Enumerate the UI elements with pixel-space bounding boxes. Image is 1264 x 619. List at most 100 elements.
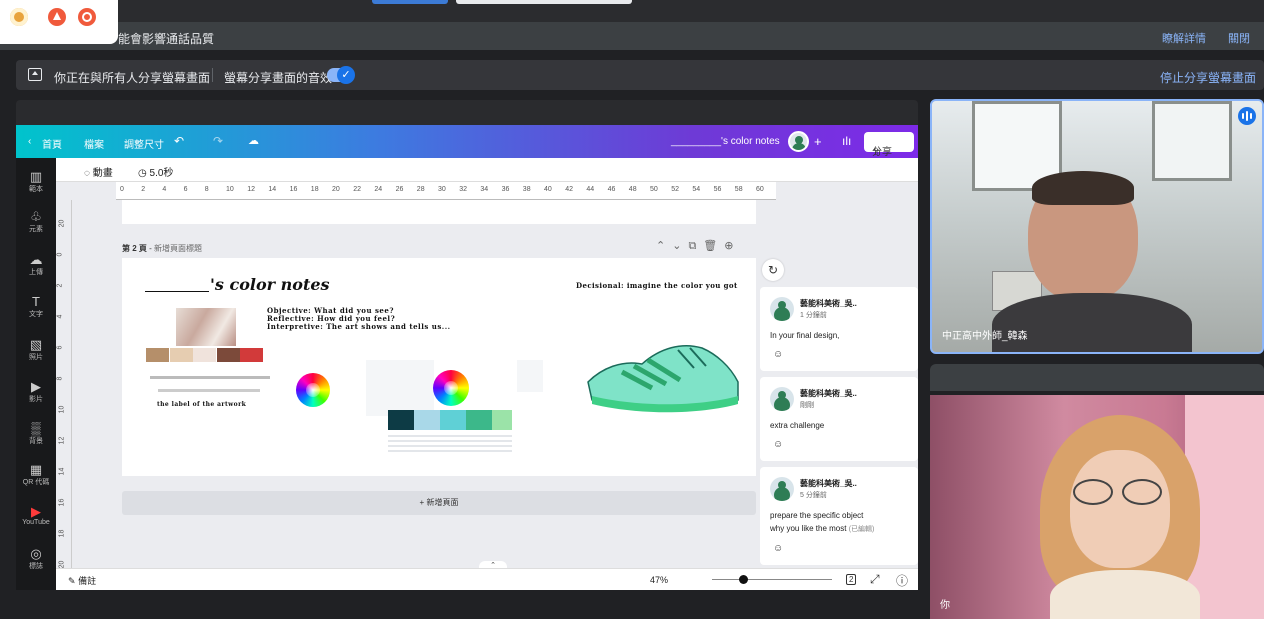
fullscreen-icon[interactable]: ⤢: [870, 572, 880, 587]
add-reaction-icon[interactable]: ☺: [773, 543, 783, 554]
palette-image[interactable]: [388, 410, 512, 454]
back-chevron-icon[interactable]: ‹: [28, 136, 31, 147]
ruler-tick-label: 24: [374, 186, 383, 193]
undo-icon[interactable]: ↶: [174, 134, 184, 148]
zoom-slider-handle[interactable]: [739, 575, 748, 584]
notification-message: 能會影響通話品質: [118, 32, 215, 46]
resize-menu[interactable]: 調整尺寸: [124, 136, 164, 151]
color-wheel-image[interactable]: [296, 373, 330, 407]
animate-button[interactable]: ◌ 動畫: [84, 164, 113, 179]
palette-swatch: [492, 410, 512, 430]
artwork-image[interactable]: [176, 308, 236, 346]
ruler-tick-label: 16: [58, 498, 66, 507]
dismiss-link[interactable]: 關閉: [1228, 30, 1250, 46]
color-wheel-image[interactable]: [433, 370, 469, 406]
color-swatch[interactable]: [193, 348, 216, 362]
add-reaction-icon[interactable]: ☺: [773, 349, 783, 360]
participant-tile-collapsed[interactable]: [930, 364, 1264, 391]
duplicate-page-icon[interactable]: ⧉: [688, 240, 703, 252]
extension-icon[interactable]: [48, 8, 66, 26]
refresh-icon[interactable]: ↻: [762, 259, 784, 281]
sidebar-item-templates[interactable]: ▥ 範本: [16, 170, 56, 194]
divider: [212, 68, 213, 82]
browser-tab[interactable]: [372, 0, 448, 4]
page-count[interactable]: 2: [846, 574, 857, 585]
redo-icon[interactable]: ↷: [213, 134, 223, 148]
artwork-label-text[interactable]: the label of the artwork: [157, 401, 246, 408]
notes-button[interactable]: ✎ 備註: [68, 574, 96, 587]
color-swatch[interactable]: [240, 348, 263, 362]
sidebar-item-backgrounds[interactable]: ▒ 背景: [16, 422, 56, 446]
commenter-avatar: [770, 387, 794, 411]
share-audio-toggle[interactable]: ✓: [327, 66, 355, 84]
zoom-level: 47%: [650, 575, 669, 585]
participant-video-tile[interactable]: 中正高中外師_韓森: [930, 99, 1264, 354]
chevron-down-icon[interactable]: ⌄: [672, 240, 688, 252]
sidebar-item-photos[interactable]: ▧ 照片: [16, 338, 56, 362]
add-reaction-icon[interactable]: ☺: [773, 439, 783, 450]
ruler-tick-label: 12: [58, 436, 66, 445]
slide-title[interactable]: 's color notes: [210, 275, 330, 294]
sidebar-item-qr-code[interactable]: ▦ QR 代碼: [16, 463, 56, 487]
page-header: 第 2 頁 - 新增頁面標題: [122, 243, 202, 254]
color-swatch[interactable]: [216, 348, 240, 362]
ruler-tick-label: 14: [58, 467, 66, 476]
title-underline: [145, 291, 209, 292]
add-collaborator-icon[interactable]: +: [814, 134, 822, 149]
cloud-save-icon[interactable]: ☁: [248, 134, 259, 147]
page-title-input[interactable]: 新增頁面標題: [154, 244, 202, 253]
youtube-icon: ▶: [31, 504, 41, 519]
horizontal-ruler: 0 2 4 6 8 10 12 14 16 18 20 22 24 26 28 30 32 34 36 38 40 42 4…: [116, 182, 776, 200]
user-avatar[interactable]: [788, 131, 809, 152]
browser-tab[interactable]: [456, 0, 632, 4]
ruler-tick-label: 20: [58, 219, 66, 228]
sidebar-item-logos[interactable]: ◎ 標誌: [16, 547, 56, 571]
ruler-tick-label: 18: [58, 529, 66, 538]
learn-more-link[interactable]: 瞭解詳情: [1162, 30, 1206, 46]
comment-card[interactable]: 藝能科美術_吳.. 剛剛 extra challenge ☺: [760, 377, 918, 461]
ruler-tick-label: 42: [565, 186, 573, 193]
sidebar-item-youtube[interactable]: ▶ YouTube: [16, 504, 56, 527]
insights-chart-icon[interactable]: ılı: [842, 134, 851, 148]
color-swatch[interactable]: [146, 348, 169, 362]
ruler-tick-label: 14: [268, 186, 277, 193]
add-page-icon[interactable]: ⊕: [724, 240, 740, 252]
delete-page-icon[interactable]: 🗑: [703, 240, 724, 252]
browser-top-strip: [0, 0, 1264, 22]
sidebar-item-text[interactable]: T 文字: [16, 295, 56, 319]
stop-sharing-link[interactable]: 停止分享螢幕畫面: [1160, 69, 1256, 86]
comment-card[interactable]: 藝能科美術_吳.. 1 分鐘前 In your final design, ☺: [760, 287, 918, 371]
canva-editor: ‹ 首頁 檔案 調整尺寸 ↶ ↷ ☁ _________'s color not…: [16, 125, 918, 590]
zoom-slider-track[interactable]: [712, 579, 832, 580]
home-link[interactable]: 首頁: [42, 136, 62, 151]
extension-icon[interactable]: [78, 8, 96, 26]
duration-button[interactable]: ◷ 5.0秒: [138, 164, 173, 179]
ruler-tick-label: 20: [332, 186, 340, 193]
sidebar-item-videos[interactable]: ▶ 影片: [16, 380, 56, 404]
background-icon: ▒: [31, 421, 41, 436]
help-icon[interactable]: ⓘ: [896, 572, 908, 589]
commenter-name: 藝能科美術_吳..: [800, 479, 857, 488]
color-swatch[interactable]: [169, 348, 193, 362]
chevron-up-icon[interactable]: ⌃: [656, 240, 672, 252]
sidebar-item-uploads[interactable]: ☁ 上傳: [16, 253, 56, 277]
share-button[interactable]: ⇧ 分享: [864, 132, 914, 158]
interpretive-text[interactable]: Interpretive: The art shows and tells us…: [267, 322, 451, 331]
decisional-text[interactable]: Decisional: imagine the color you got: [576, 281, 738, 290]
document-title[interactable]: _________'s color notes: [671, 136, 780, 147]
extension-icon[interactable]: [10, 8, 28, 26]
ruler-tick-label: 0: [120, 186, 124, 193]
sneaker-image[interactable]: [582, 338, 742, 418]
slide-canvas[interactable]: 's color notes Decisional: imagine the c…: [122, 258, 756, 476]
add-page-button[interactable]: + 新增頁面: [122, 491, 756, 515]
commenter-name: 藝能科美術_吳..: [800, 389, 857, 398]
sidebar-item-elements[interactable]: ♧ 元素: [16, 210, 56, 234]
previous-page-preview[interactable]: [122, 200, 756, 224]
vertical-ruler: 20 0 2 4 6 8 10 12 14 16 18 20: [56, 200, 72, 570]
self-video-tile[interactable]: 你: [930, 395, 1264, 619]
file-menu[interactable]: 檔案: [84, 136, 104, 151]
screenshot-image[interactable]: [366, 360, 434, 416]
screenshot-image[interactable]: [517, 360, 543, 392]
sidebar-item-label: 文字: [29, 311, 43, 318]
comment-card[interactable]: 藝能科美術_吳.. 5 分鐘前 prepare the specific obj…: [760, 467, 918, 565]
